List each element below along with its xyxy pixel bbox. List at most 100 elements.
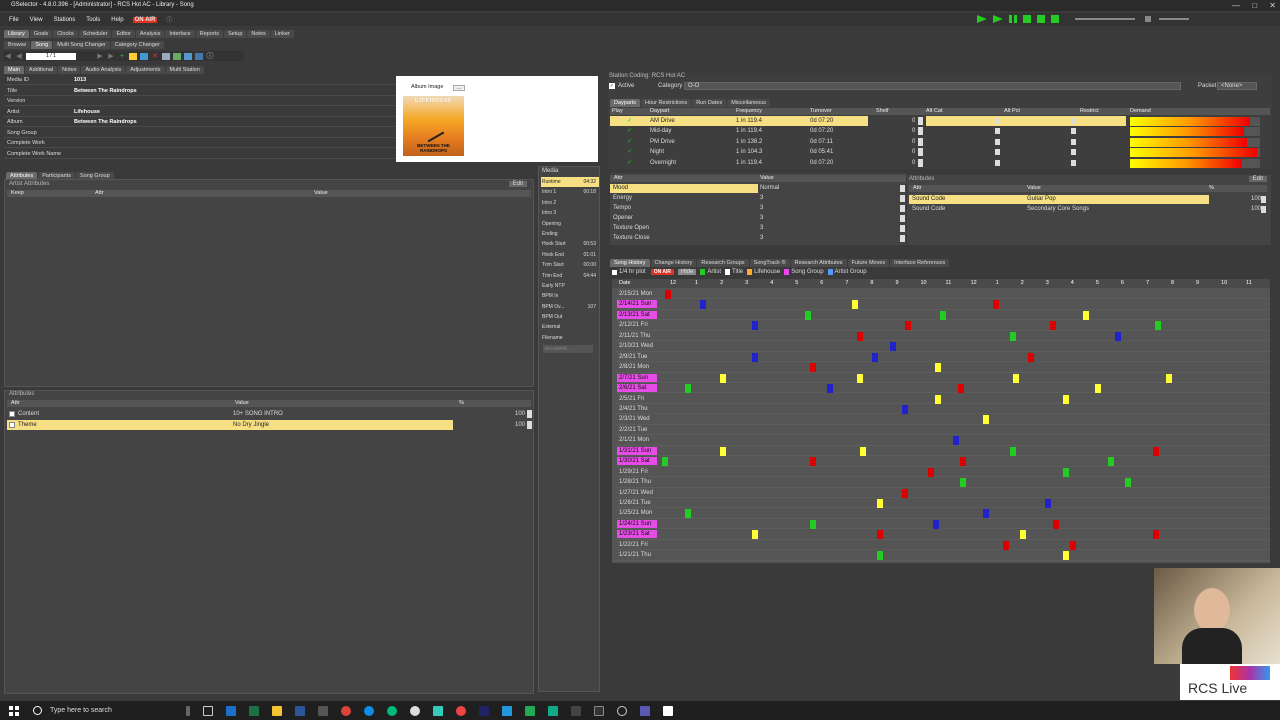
play-marker[interactable]	[872, 352, 879, 362]
check-icon[interactable]: ✓	[627, 117, 632, 124]
edge-icon[interactable]	[364, 705, 374, 716]
play-marker[interactable]	[1115, 331, 1122, 341]
album-browse-button[interactable]: ...	[453, 85, 465, 91]
tab-linker[interactable]: Linker	[270, 30, 294, 38]
spinner-icon[interactable]	[527, 410, 532, 418]
play-marker[interactable]	[699, 300, 706, 310]
history-row[interactable]: 1/26/21 Tue	[612, 498, 1270, 509]
play-marker[interactable]	[982, 415, 989, 425]
song-attr-row[interactable]: Energy 3	[610, 194, 906, 204]
tab-setup[interactable]: Setup	[224, 30, 247, 38]
history-hide[interactable]: Hide	[678, 269, 697, 275]
add-icon[interactable]: +	[118, 53, 126, 60]
play-marker[interactable]	[1082, 310, 1089, 320]
play-marker[interactable]	[1095, 384, 1102, 394]
play-marker[interactable]	[957, 384, 964, 394]
history-title[interactable]: Title	[725, 269, 743, 275]
media-row-hook-start[interactable]: Hook Start 00:53	[541, 239, 599, 249]
play-marker[interactable]	[992, 300, 999, 310]
tab-song-history[interactable]: Song History	[610, 259, 650, 267]
play-marker[interactable]	[902, 488, 909, 498]
field-value[interactable]: Between The Raindrops	[74, 88, 137, 94]
tab-dayparts[interactable]: Dayparts	[610, 99, 641, 107]
song-attr-row[interactable]: Mood Normal	[610, 184, 906, 194]
spinner-icon[interactable]	[1261, 196, 1266, 203]
media-row-hook-end[interactable]: Hook End 01:01	[541, 250, 599, 260]
check-icon[interactable]: ✓	[627, 138, 632, 145]
media-row-trim-start[interactable]: Trim Start 00:00	[541, 260, 599, 270]
menu-view[interactable]: View	[28, 17, 45, 23]
play-marker[interactable]	[1010, 331, 1017, 341]
app-icon[interactable]	[502, 705, 512, 716]
play-marker[interactable]	[1125, 478, 1132, 488]
tab-category-changer[interactable]: Category Changer	[110, 41, 164, 49]
tab-multi-song-changer[interactable]: Multi Song Changer	[53, 41, 110, 49]
tab-interface-references[interactable]: Interface References	[890, 259, 950, 267]
play-marker[interactable]	[827, 384, 834, 394]
tab-goals[interactable]: Goals	[29, 30, 53, 38]
play-marker[interactable]	[857, 373, 864, 383]
daypart-row[interactable]: ✓ Night 1 in 104.3 0d 05:41 0	[610, 147, 1270, 158]
play-marker[interactable]	[935, 363, 942, 373]
spinner-icon[interactable]	[918, 148, 923, 157]
history-row[interactable]: 1/21/21 Thu	[612, 550, 1270, 561]
play-marker[interactable]	[960, 478, 967, 488]
play-marker[interactable]	[1062, 467, 1069, 477]
check-icon[interactable]: ✓	[627, 127, 632, 134]
gselector-icon[interactable]	[456, 705, 466, 716]
alt-pct-dropdown[interactable]	[1071, 159, 1076, 166]
history-row[interactable]: 2/12/21 Fri	[612, 320, 1270, 331]
play-marker[interactable]	[1050, 321, 1057, 331]
end-icon[interactable]	[1051, 15, 1059, 23]
play-marker[interactable]	[859, 446, 866, 456]
check-icon[interactable]: ✓	[627, 148, 632, 155]
daypart-row[interactable]: ✓ AM Drive 1 in 119.4 0d 07:20 0	[610, 116, 1270, 126]
play-marker[interactable]	[1045, 499, 1052, 508]
song-attr-row[interactable]: Texture Open 3	[610, 224, 906, 234]
play-marker[interactable]	[1027, 352, 1034, 362]
chrome-icon[interactable]	[341, 705, 351, 716]
first-record-icon[interactable]: ◀	[4, 53, 12, 60]
taskbar-search-icon[interactable]	[33, 706, 42, 715]
tab-future-moves[interactable]: Future Moves	[847, 259, 890, 267]
play-marker[interactable]	[960, 457, 967, 467]
attr-edit-icon[interactable]	[9, 422, 15, 428]
history-artist-group[interactable]: Artist Group	[827, 269, 867, 275]
play-marker[interactable]	[664, 290, 671, 299]
minimize-button[interactable]: —	[1232, 1, 1240, 10]
history-row[interactable]: 2/4/21 Thu	[612, 404, 1270, 415]
delete-icon[interactable]: ✕	[151, 53, 159, 60]
play-marker[interactable]	[1062, 551, 1069, 561]
play-marker[interactable]	[889, 342, 896, 352]
history-row[interactable]: 2/14/21 Sun	[612, 299, 1270, 310]
daypart-row[interactable]: ✓ Mid-day 1 in 119.4 0d 07:20 0	[610, 126, 1270, 137]
daypart-row[interactable]: ✓ Overnight 1 in 119.4 0d 07:20 0	[610, 158, 1270, 168]
history-row[interactable]: 1/30/21 Sat	[612, 456, 1270, 467]
play-marker[interactable]	[982, 509, 989, 519]
play-icon[interactable]	[977, 15, 987, 23]
tab-notes[interactable]: Notes	[247, 30, 270, 38]
play-marker[interactable]	[752, 321, 759, 331]
tab-editor[interactable]: Editor	[112, 30, 135, 38]
alt-cat-dropdown[interactable]	[995, 138, 1000, 145]
media-row-runtime[interactable]: Runtime 04:32	[541, 177, 599, 188]
tab-audio-analysis[interactable]: Audio Analysis	[81, 66, 126, 74]
history-row[interactable]: 1/27/21 Wed	[612, 488, 1270, 498]
app-icon[interactable]	[663, 705, 673, 716]
volume-icon[interactable]	[1145, 16, 1151, 22]
alt-cat-dropdown[interactable]	[995, 149, 1000, 156]
pager-field[interactable]: 1 / 1	[26, 52, 76, 60]
active-checkbox[interactable]: ✓	[609, 83, 615, 89]
tab-interface[interactable]: Interface	[165, 30, 195, 38]
play-marker[interactable]	[1155, 321, 1162, 331]
alt-cat-dropdown[interactable]	[995, 118, 1000, 124]
history-row[interactable]: 1/31/21 Sun	[612, 446, 1270, 457]
history-row[interactable]: 1/24/21 Sun	[612, 519, 1270, 530]
history-lifehouse[interactable]: Lifehouse	[747, 269, 780, 275]
media-row-bpm-out[interactable]: BPM Out	[541, 312, 599, 322]
alt-cat-dropdown[interactable]	[995, 159, 1000, 166]
play-marker[interactable]	[1165, 373, 1172, 383]
play-marker[interactable]	[877, 499, 884, 508]
tab-miscellaneous[interactable]: Miscellaneous	[727, 99, 771, 107]
tab-browse[interactable]: Browse	[4, 41, 31, 49]
